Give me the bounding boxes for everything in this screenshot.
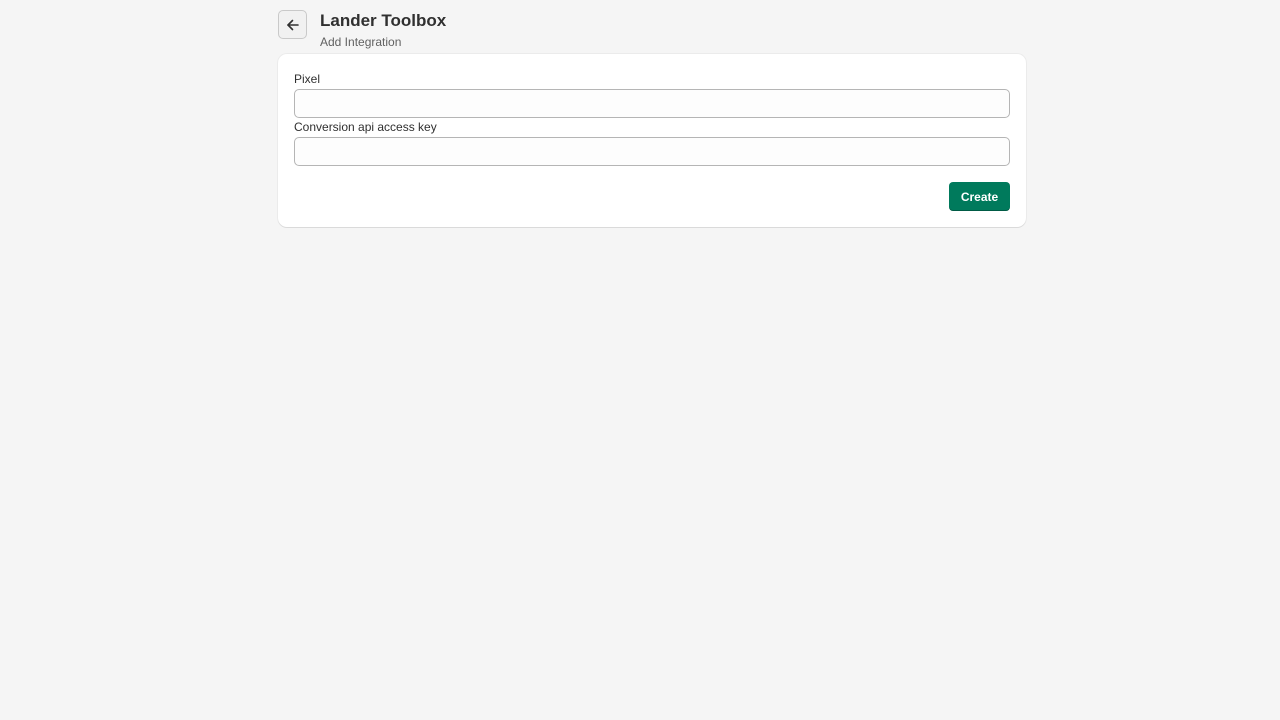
conversion-api-access-key-input[interactable] — [294, 137, 1010, 166]
integration-form-card: Pixel Conversion api access key Create — [278, 54, 1026, 227]
pixel-input[interactable] — [294, 89, 1010, 118]
pixel-label: Pixel — [294, 72, 321, 86]
page-title: Lander Toolbox — [320, 11, 447, 30]
arrow-left-icon — [285, 17, 301, 33]
title-block: Lander Toolbox Add Integration — [320, 10, 446, 50]
page-header: Lander Toolbox Add Integration — [278, 10, 1026, 50]
back-button[interactable] — [278, 10, 307, 39]
create-button[interactable]: Create — [949, 182, 1010, 211]
conversion-api-access-key-label: Conversion api access key — [294, 120, 437, 134]
page-subtitle: Add Integration — [320, 35, 402, 49]
page: Lander Toolbox Add Integration Pixel Con… — [0, 0, 1280, 720]
